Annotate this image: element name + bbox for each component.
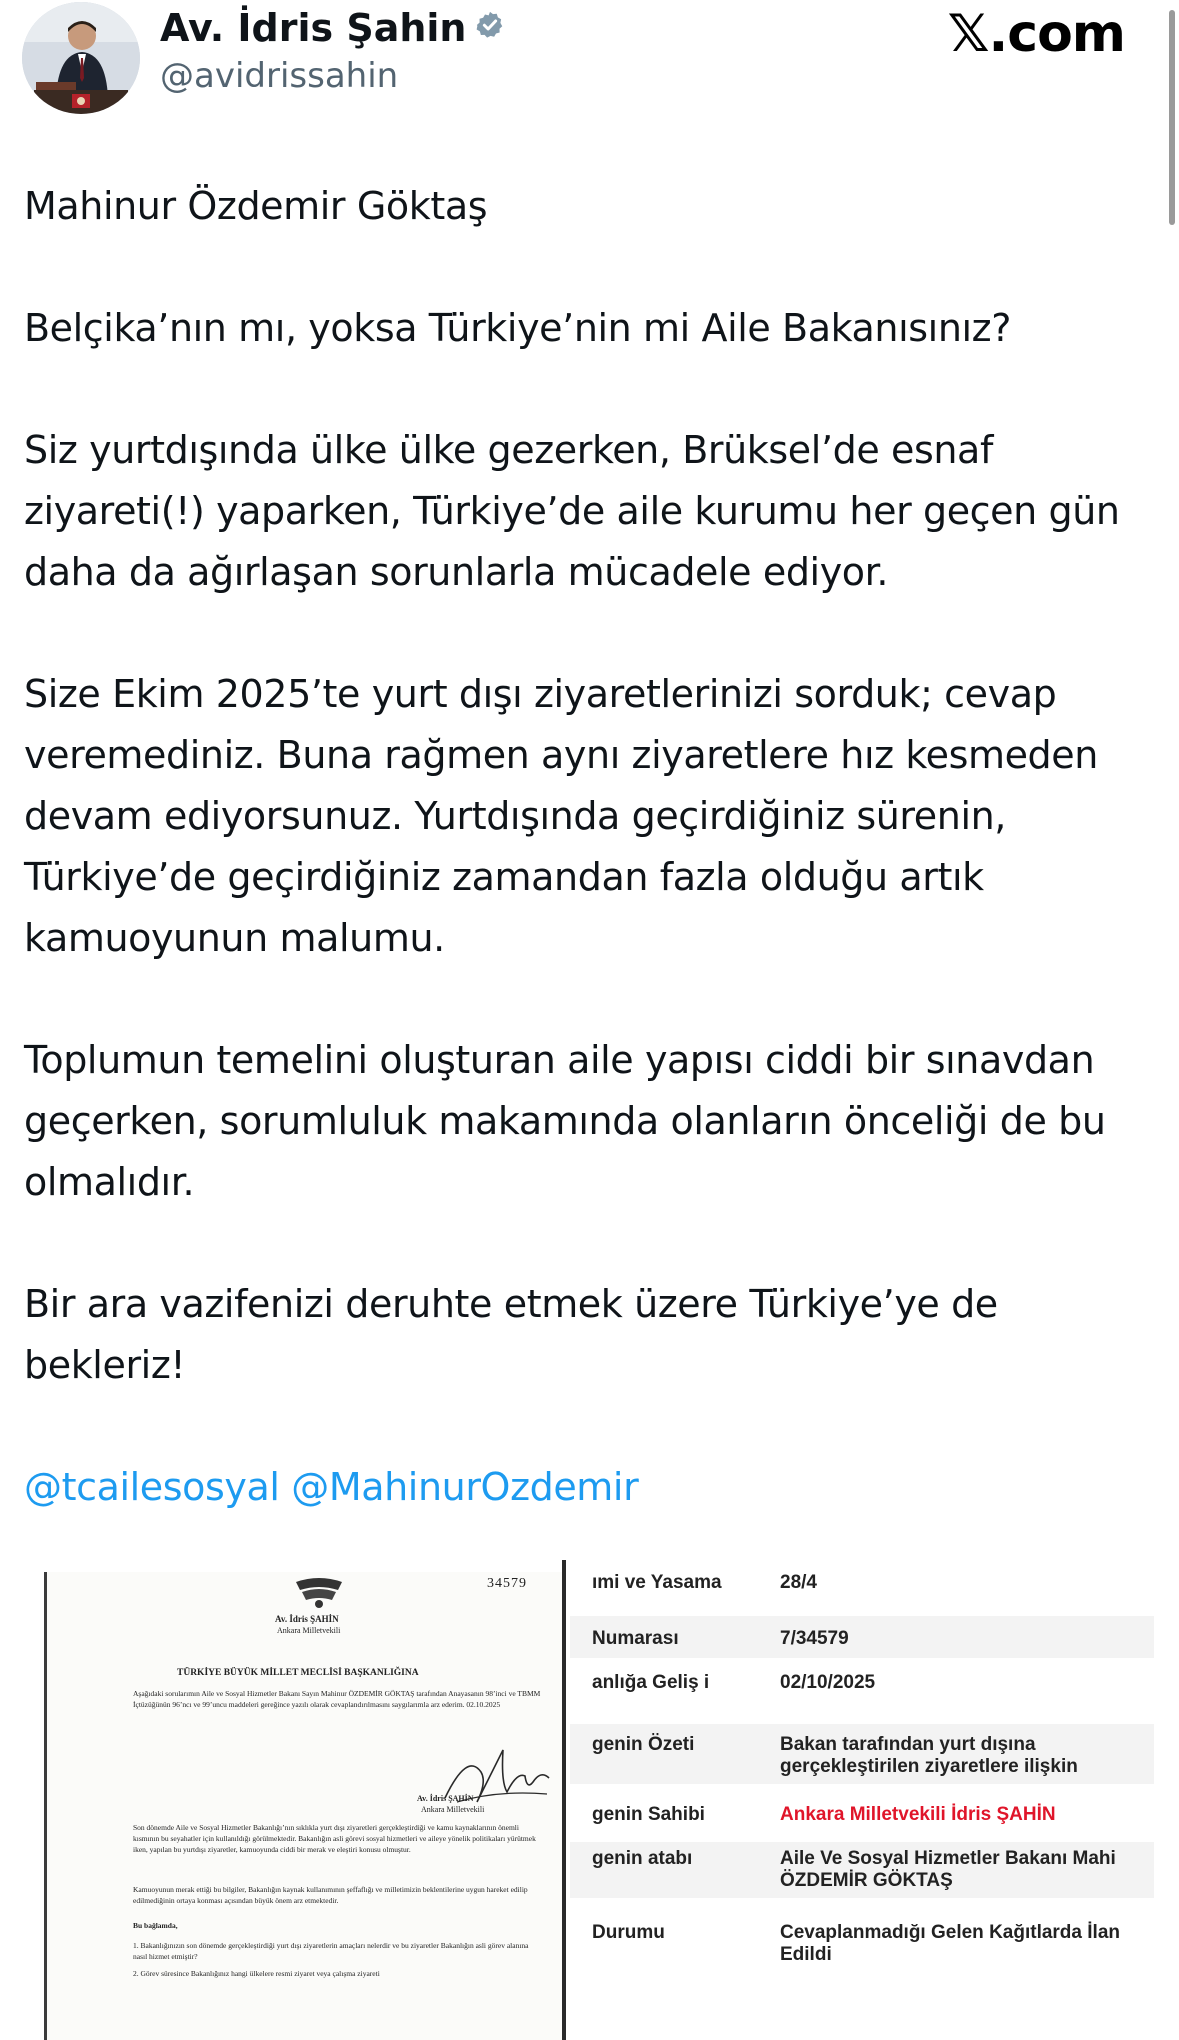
record-row: Numarası 7/34579 — [570, 1616, 1154, 1658]
record-value: 02/10/2025 — [780, 1672, 876, 1693]
document-sign-name: Av. İdris ŞAHİN — [417, 1794, 474, 1803]
mention-link[interactable]: @MahinurOzdemir — [291, 1465, 638, 1509]
record-value: Cevaplanmadığı Gelen Kağıtlarda İlan Edi… — [780, 1922, 1120, 1965]
record-row: genin atabı Aile Ve Sosyal Hizmetler Bak… — [570, 1842, 1154, 1898]
record-key: genin atabı — [592, 1848, 693, 1869]
record-value: Aile Ve Sosyal Hizmetler Bakanı Mahi ÖZD… — [780, 1848, 1116, 1891]
tweet-mentions: @tcailesosyal @MahinurOzdemir — [24, 1457, 1154, 1518]
record-key: Durumu — [592, 1922, 665, 1943]
record-row: ımi ve Yasama 28/4 — [570, 1572, 1154, 1612]
scrollbar[interactable] — [1165, 0, 1179, 230]
media-divider — [562, 1560, 566, 2040]
mention-link[interactable]: @tcailesosyal — [24, 1465, 280, 1509]
author-name[interactable]: Av. İdris Şahin — [160, 6, 505, 53]
document-number: 34579 — [487, 1576, 527, 1591]
document-body: Bu bağlamda, — [133, 1921, 178, 1930]
document-question: 2. Görev süresince Bakanlığınız hangi ül… — [133, 1969, 380, 1978]
author-handle[interactable]: @avidrissahin — [160, 56, 398, 96]
record-key: genin Sahibi — [592, 1804, 705, 1825]
record-row: Durumu Cevaplanmadığı Gelen Kağıtlarda İ… — [570, 1906, 1154, 1965]
tweet-paragraph: Bir ara vazifenizi deruhte etmek üzere T… — [24, 1282, 998, 1387]
tweet-paragraph: Mahinur Özdemir Göktaş — [24, 184, 488, 228]
document-role: Ankara Milletvekili — [277, 1626, 341, 1635]
document-body: Son dönemde Aile ve Sosyal Hizmetler Bak… — [133, 1823, 536, 1854]
record-row: genin Özeti Bakan tarafından yurt dışına… — [570, 1724, 1154, 1784]
scrollbar-thumb[interactable] — [1169, 10, 1175, 225]
author-avatar[interactable] — [22, 2, 140, 114]
tweet-paragraph: Belçika’nın mı, yoksa Türkiye’nin mi Ail… — [24, 306, 1011, 350]
document-question: 1. Bakanlığınızın son dönemde gerçekleşt… — [133, 1941, 529, 1961]
record-key: genin Özeti — [592, 1734, 695, 1755]
document-intro: Aşağıdaki sorularımın Aile ve Sosyal Hiz… — [133, 1689, 541, 1709]
tweet-media[interactable]: 34579 Av. İdris ŞAHİN Ankara Milletvekil… — [24, 1560, 1154, 2040]
tweet-paragraph: Size Ekim 2025’te yurt dışı ziyaretlerin… — [24, 672, 1098, 960]
record-value: Bakan tarafından yurt dışına gerçekleşti… — [780, 1734, 1078, 1777]
verified-badge-icon — [475, 5, 505, 49]
record-value-owner: Ankara Milletvekili İdris ŞAHİN — [780, 1804, 1056, 1825]
record-key: Numarası — [592, 1628, 679, 1649]
document-heading: TÜRKİYE BÜYÜK MİLLET MECLİSİ BAŞKANLIĞIN… — [177, 1668, 419, 1678]
record-value: 7/34579 — [780, 1628, 849, 1649]
record-row: anlığa Geliş i 02/10/2025 — [570, 1668, 1154, 1716]
document-author: Av. İdris ŞAHİN — [275, 1614, 339, 1624]
document-body: Kamuoyunun merak ettiği bu bilgiler, Bak… — [133, 1885, 528, 1905]
record-row: genin Sahibi Ankara Milletvekili İdris Ş… — [570, 1796, 1154, 1840]
tweet-header: Av. İdris Şahin @avidrissahin 𝕏.com — [0, 0, 1179, 225]
record-table-image[interactable]: ımi ve Yasama 28/4 Numarası 7/34579 anlı… — [570, 1560, 1154, 2040]
tweet-paragraph: Siz yurtdışında ülke ülke gezerken, Brük… — [24, 428, 1120, 594]
document-image[interactable]: 34579 Av. İdris ŞAHİN Ankara Milletvekil… — [44, 1572, 564, 2040]
record-key: ımi ve Yasama — [592, 1572, 722, 1593]
site-logo: 𝕏.com — [947, 4, 1126, 64]
tweet-paragraph: Toplumun temelini oluşturan aile yapısı … — [24, 1038, 1106, 1204]
tweet-text: Mahinur Özdemir Göktaş Belçika’nın mı, y… — [24, 176, 1154, 1554]
document-sign-role: Ankara Milletvekili — [421, 1805, 485, 1814]
record-key: anlığa Geliş i — [592, 1672, 710, 1693]
tbmm-crest-icon — [292, 1576, 346, 1615]
record-value: 28/4 — [780, 1572, 817, 1593]
